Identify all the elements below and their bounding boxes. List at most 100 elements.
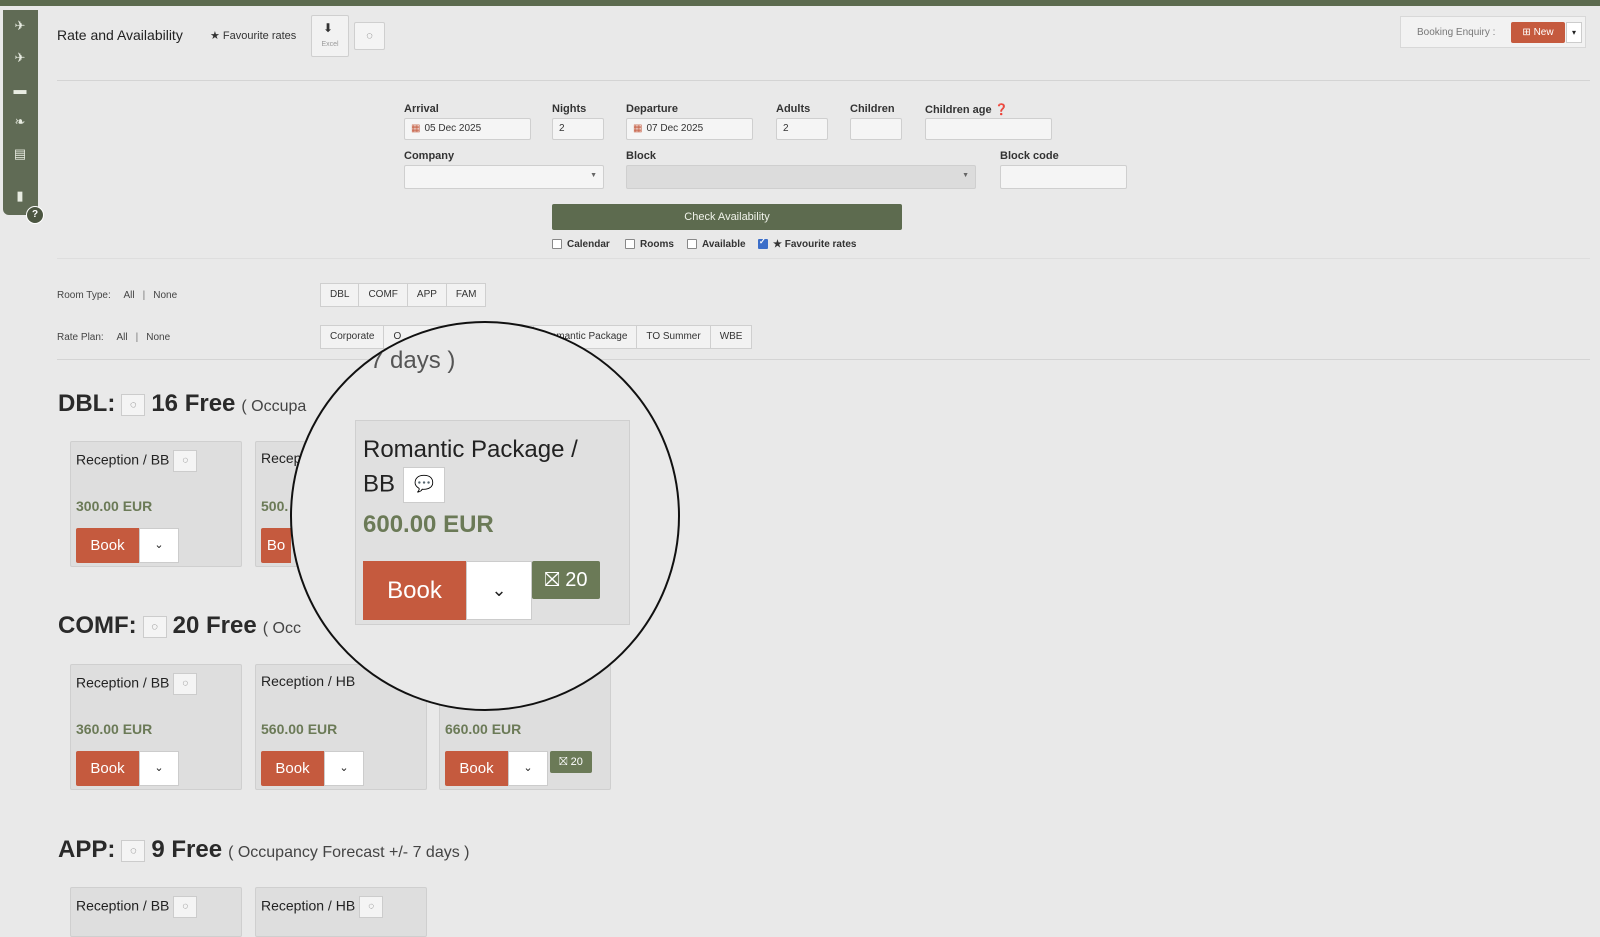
comment-icon[interactable]: ◌ [173, 673, 198, 695]
option-favourite-rates[interactable]: ★ Favourite rates [758, 237, 856, 250]
chevron-down-icon: ⌄ [339, 762, 349, 774]
room-type-all[interactable]: All [124, 290, 135, 301]
comment-icon[interactable]: ◌ [173, 450, 198, 472]
gift-badge: ⛝ 20 [550, 751, 592, 773]
room-type-app[interactable]: APP [406, 283, 447, 307]
plane-arrival-icon[interactable]: ✈ [11, 50, 29, 66]
book-button[interactable]: Book [363, 561, 466, 620]
comment-button[interactable]: ◌ [354, 22, 385, 50]
children-age-input[interactable] [925, 118, 1052, 140]
caret-down-icon: ▼ [962, 172, 969, 179]
rooms-checkbox[interactable] [625, 239, 635, 250]
booking-enquiry: Booking Enquiry : ⊞ New ▾ [1400, 16, 1586, 48]
comment-icon[interactable]: ◌ [173, 896, 198, 918]
top-accent-bar [0, 0, 1600, 6]
departure-label: Departure [626, 103, 678, 115]
calendar-icon: ▦ [633, 123, 643, 134]
block-select[interactable]: ▼ [626, 165, 976, 189]
section-header-comf: COMF: ◌ 20 Free( Occ [58, 612, 301, 639]
block-code-label: Block code [1000, 150, 1059, 162]
leaf-icon[interactable]: ❧ [11, 114, 29, 130]
option-calendar[interactable]: Calendar [552, 239, 610, 250]
rate-card-romantic-package: Romantic Package / BB 💬 600.00 EUR Book ⌄… [355, 420, 630, 625]
rate-plan-filter: Rate Plan: All | None [57, 332, 171, 343]
comment-icon[interactable]: ◌ [359, 896, 384, 918]
room-type-comf[interactable]: COMF [358, 283, 408, 307]
comment-icon: ◌ [366, 30, 373, 42]
magnifier-overlay: 7 days ) Romantic Package / BB 💬 600.00 E… [290, 321, 680, 711]
calendar-icon: ▦ [411, 123, 421, 134]
rate-plan-none[interactable]: None [146, 332, 170, 343]
room-type-dbl[interactable]: DBL [320, 283, 360, 307]
nights-label: Nights [552, 103, 587, 115]
adults-input[interactable]: 2 [776, 118, 828, 140]
book-dropdown-toggle[interactable]: ⌄ [139, 751, 179, 786]
gift-icon: ⛝ [544, 569, 566, 591]
bed-icon[interactable]: ▬ [11, 82, 29, 98]
chevron-down-icon: ⌄ [523, 762, 533, 774]
nights-input[interactable]: 2 [552, 118, 604, 140]
comment-icon[interactable]: ◌ [142, 615, 167, 638]
option-available[interactable]: Available [687, 239, 746, 250]
help-icon[interactable]: ? [26, 206, 44, 224]
caret-down-icon: ▼ [590, 172, 597, 179]
room-type-none[interactable]: None [153, 290, 177, 301]
rate-card-app-reception-bb: Reception / BB ◌ [70, 887, 242, 937]
divider [57, 359, 1590, 360]
company-select[interactable]: ▼ [404, 165, 604, 189]
book-dropdown-toggle[interactable]: ⌄ [508, 751, 548, 786]
plane-departure-icon[interactable]: ✈ [11, 18, 29, 34]
caret-down-icon: ▾ [1571, 28, 1576, 37]
check-availability-button[interactable]: Check Availability [552, 204, 902, 230]
calendar-checkbox[interactable] [552, 239, 562, 250]
book-button[interactable]: Book [445, 751, 508, 786]
room-type-tabs: DBL COMF APP FAM [320, 283, 487, 307]
sidebar: ✈ ✈ ▬ ❧ ▤ ▮ [3, 10, 38, 215]
rate-card-comf-reception-bb: Reception / BB ◌ 360.00 EUR Book ⌄ [70, 664, 242, 790]
favourite-rates-link[interactable]: ★ Favourite rates [210, 29, 296, 42]
booking-dropdown-toggle[interactable]: ▾ [1566, 22, 1582, 43]
rate-plan-wbe[interactable]: WBE [709, 325, 753, 349]
book-dropdown-toggle[interactable]: ⌄ [324, 751, 364, 786]
excel-label: Excel [321, 41, 339, 48]
company-label: Company [404, 150, 455, 162]
section-header-app: APP: ◌ 9 Free( Occupancy Forecast +/- 7 da… [58, 836, 470, 863]
block-label: Block [626, 150, 656, 162]
option-rooms[interactable]: Rooms [625, 239, 674, 250]
comment-icon[interactable]: 💬 [403, 467, 446, 503]
rate-plan-to-summer[interactable]: TO Summer [636, 325, 711, 349]
rate-price: 600.00 EUR [363, 511, 494, 538]
favourite-rates-checkbox[interactable] [758, 237, 768, 250]
book-button[interactable]: Bo [261, 528, 291, 563]
new-booking-button[interactable]: ⊞ New [1511, 22, 1565, 43]
book-icon[interactable]: ▮ [11, 188, 29, 204]
rate-price: 560.00 EUR [261, 721, 338, 737]
book-dropdown-toggle[interactable]: ⌄ [466, 561, 532, 620]
rate-price: 500. [261, 498, 289, 514]
divider [57, 80, 1590, 81]
children-input[interactable] [850, 118, 902, 140]
rate-price: 300.00 EUR [76, 498, 153, 514]
available-checkbox[interactable] [687, 239, 697, 250]
rate-card-dbl-reception-bb: Reception / BB ◌ 300.00 EUR Book ⌄ [70, 441, 242, 567]
block-code-input[interactable] [1000, 165, 1127, 189]
chevron-down-icon: ⌄ [154, 762, 164, 774]
rate-price: 360.00 EUR [76, 721, 153, 737]
rate-plan-corporate[interactable]: Corporate [320, 325, 385, 349]
gift-icon: ⛝ [559, 756, 571, 768]
chevron-down-icon: ⌄ [154, 539, 164, 551]
excel-export-button[interactable]: ⬇ Excel [311, 15, 349, 57]
book-button[interactable]: Book [76, 751, 139, 786]
rate-plan-all[interactable]: All [116, 332, 127, 343]
room-type-fam[interactable]: FAM [445, 283, 487, 307]
comment-icon[interactable]: ◌ [121, 393, 146, 416]
calendar-icon[interactable]: ▤ [11, 146, 29, 162]
departure-input[interactable]: ▦ 07 Dec 2025 [626, 118, 753, 140]
book-button[interactable]: Book [261, 751, 324, 786]
plus-icon: ⊞ [1522, 27, 1534, 38]
book-dropdown-toggle[interactable]: ⌄ [139, 528, 179, 563]
booking-enquiry-label: Booking Enquiry : [1417, 27, 1496, 38]
arrival-input[interactable]: ▦ 05 Dec 2025 [404, 118, 531, 140]
book-button[interactable]: Book [76, 528, 139, 563]
comment-icon[interactable]: ◌ [121, 839, 146, 862]
